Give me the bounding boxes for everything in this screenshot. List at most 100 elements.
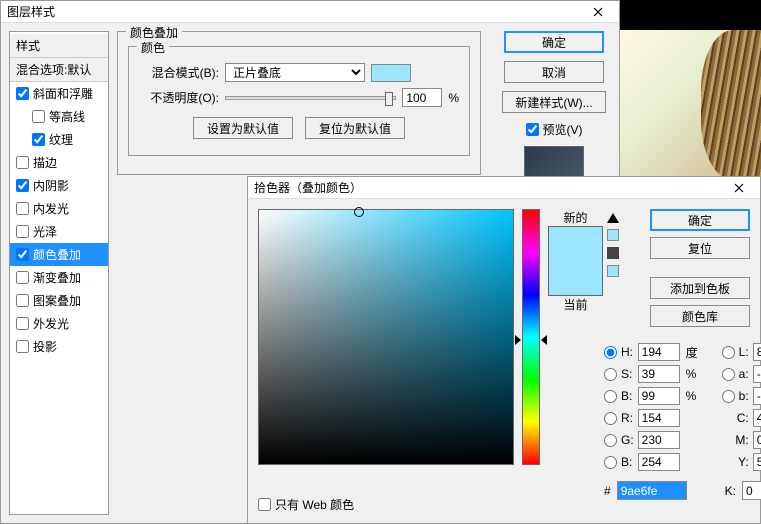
cancel-button[interactable]: 取消 bbox=[504, 61, 604, 83]
style-item-label: 内阴影 bbox=[33, 177, 69, 194]
layer-style-title: 图层样式 bbox=[7, 3, 583, 20]
layer-style-titlebar[interactable]: 图层样式 bbox=[1, 1, 619, 23]
bv-radio[interactable]: B: bbox=[604, 389, 634, 403]
style-item-label: 投影 bbox=[33, 338, 57, 355]
reset-default-button[interactable]: 复位为默认值 bbox=[305, 117, 405, 139]
style-item-checkbox[interactable] bbox=[16, 340, 29, 353]
r-input[interactable] bbox=[638, 409, 680, 427]
style-item-checkbox[interactable] bbox=[16, 225, 29, 238]
y-label: Y: bbox=[722, 455, 749, 469]
close-icon[interactable] bbox=[724, 178, 754, 198]
m-label: M: bbox=[722, 433, 749, 447]
style-item-label: 光泽 bbox=[33, 223, 57, 240]
ok-button[interactable]: 确定 bbox=[504, 31, 604, 53]
l-radio[interactable]: L: bbox=[722, 345, 749, 359]
a-radio[interactable]: a: bbox=[722, 367, 749, 381]
close-icon[interactable] bbox=[583, 2, 613, 22]
opacity-input[interactable] bbox=[402, 88, 442, 107]
b-input[interactable] bbox=[753, 387, 761, 405]
opacity-slider[interactable] bbox=[225, 96, 396, 100]
style-item-checkbox[interactable] bbox=[16, 87, 29, 100]
picker-titlebar[interactable]: 拾色器（叠加颜色） bbox=[248, 177, 760, 199]
style-item-checkbox[interactable] bbox=[16, 248, 29, 261]
group-legend-2: 颜色 bbox=[137, 39, 169, 56]
color-picker-dialog: 拾色器（叠加颜色） 新的 当前 确定 复位 添加到色板 颜色 bbox=[247, 176, 761, 524]
h-radio[interactable]: H: bbox=[604, 345, 634, 359]
style-item-checkbox[interactable] bbox=[16, 317, 29, 330]
style-item-label: 颜色叠加 bbox=[33, 246, 81, 263]
style-item-checkbox[interactable] bbox=[16, 156, 29, 169]
hue-slider[interactable] bbox=[522, 209, 540, 465]
current-color[interactable] bbox=[548, 261, 603, 296]
style-item-checkbox[interactable] bbox=[16, 271, 29, 284]
overlay-color-swatch[interactable] bbox=[371, 64, 411, 82]
g-radio[interactable]: G: bbox=[604, 433, 634, 447]
a-input[interactable] bbox=[753, 365, 761, 383]
color-overlay-group: 颜色叠加 颜色 混合模式(B): 正片叠底 不透明度(O): % bbox=[117, 31, 481, 175]
k-label: K: bbox=[716, 484, 736, 498]
picker-ok-button[interactable]: 确定 bbox=[650, 209, 750, 231]
add-swatch-button[interactable]: 添加到色板 bbox=[650, 277, 750, 299]
blend-options-header[interactable]: 混合选项:默认 bbox=[10, 58, 108, 82]
picker-reset-button[interactable]: 复位 bbox=[650, 237, 750, 259]
sv-field[interactable] bbox=[258, 209, 514, 465]
style-item-label: 纹理 bbox=[49, 131, 73, 148]
k-input[interactable] bbox=[742, 481, 761, 500]
hex-input[interactable] bbox=[617, 481, 687, 500]
style-item-checkbox[interactable] bbox=[16, 294, 29, 307]
r-radio[interactable]: R: bbox=[604, 411, 634, 425]
gamut-warning-icon[interactable] bbox=[607, 213, 619, 223]
style-item-3[interactable]: 描边 bbox=[10, 151, 108, 174]
preview-checkbox[interactable]: 预览(V) bbox=[526, 121, 583, 138]
c-input[interactable] bbox=[753, 409, 761, 427]
bb-input[interactable] bbox=[638, 453, 680, 471]
web-only-checkbox[interactable]: 只有 Web 颜色 bbox=[258, 496, 354, 513]
style-item-7[interactable]: 颜色叠加 bbox=[10, 243, 108, 266]
style-item-label: 图案叠加 bbox=[33, 292, 81, 309]
style-item-checkbox[interactable] bbox=[32, 110, 45, 123]
m-input[interactable] bbox=[753, 431, 761, 449]
style-item-4[interactable]: 内阴影 bbox=[10, 174, 108, 197]
style-item-label: 描边 bbox=[33, 154, 57, 171]
style-item-10[interactable]: 外发光 bbox=[10, 312, 108, 335]
style-item-checkbox[interactable] bbox=[16, 179, 29, 192]
canvas-photo bbox=[620, 30, 761, 180]
blend-mode-label: 混合模式(B): bbox=[139, 64, 219, 81]
style-item-1[interactable]: 等高线 bbox=[10, 105, 108, 128]
style-list-header[interactable]: 样式 bbox=[10, 34, 108, 58]
bb-radio[interactable]: B: bbox=[604, 455, 634, 469]
style-item-label: 外发光 bbox=[33, 315, 69, 332]
bv-input[interactable] bbox=[638, 387, 680, 405]
opacity-label: 不透明度(O): bbox=[139, 89, 219, 106]
websafe-icon[interactable] bbox=[607, 247, 619, 259]
s-radio[interactable]: S: bbox=[604, 367, 634, 381]
color-group: 颜色 混合模式(B): 正片叠底 不透明度(O): % 设置为默认值 bbox=[128, 46, 470, 156]
b-radio[interactable]: b: bbox=[722, 389, 749, 403]
style-item-checkbox[interactable] bbox=[32, 133, 45, 146]
style-item-8[interactable]: 渐变叠加 bbox=[10, 266, 108, 289]
sv-cursor bbox=[354, 207, 364, 217]
style-item-0[interactable]: 斜面和浮雕 bbox=[10, 82, 108, 105]
style-item-6[interactable]: 光泽 bbox=[10, 220, 108, 243]
style-item-9[interactable]: 图案叠加 bbox=[10, 289, 108, 312]
websafe-swatch[interactable] bbox=[607, 265, 619, 277]
new-current-swatch: 新的 当前 bbox=[548, 209, 603, 313]
style-item-11[interactable]: 投影 bbox=[10, 335, 108, 358]
y-input[interactable] bbox=[753, 453, 761, 471]
l-input[interactable] bbox=[753, 343, 761, 361]
set-default-button[interactable]: 设置为默认值 bbox=[193, 117, 293, 139]
h-input[interactable] bbox=[638, 343, 680, 361]
new-style-button[interactable]: 新建样式(W)... bbox=[502, 91, 605, 113]
s-input[interactable] bbox=[638, 365, 680, 383]
style-item-5[interactable]: 内发光 bbox=[10, 197, 108, 220]
new-color[interactable] bbox=[548, 226, 603, 261]
color-lib-button[interactable]: 颜色库 bbox=[650, 305, 750, 327]
blend-mode-select[interactable]: 正片叠底 bbox=[225, 63, 365, 82]
style-item-label: 斜面和浮雕 bbox=[33, 85, 93, 102]
style-item-2[interactable]: 纹理 bbox=[10, 128, 108, 151]
g-input[interactable] bbox=[638, 431, 680, 449]
gamut-swatch[interactable] bbox=[607, 229, 619, 241]
style-list: 样式 混合选项:默认 斜面和浮雕等高线纹理描边内阴影内发光光泽颜色叠加渐变叠加图… bbox=[9, 31, 109, 515]
picker-title: 拾色器（叠加颜色） bbox=[254, 179, 724, 196]
style-item-checkbox[interactable] bbox=[16, 202, 29, 215]
